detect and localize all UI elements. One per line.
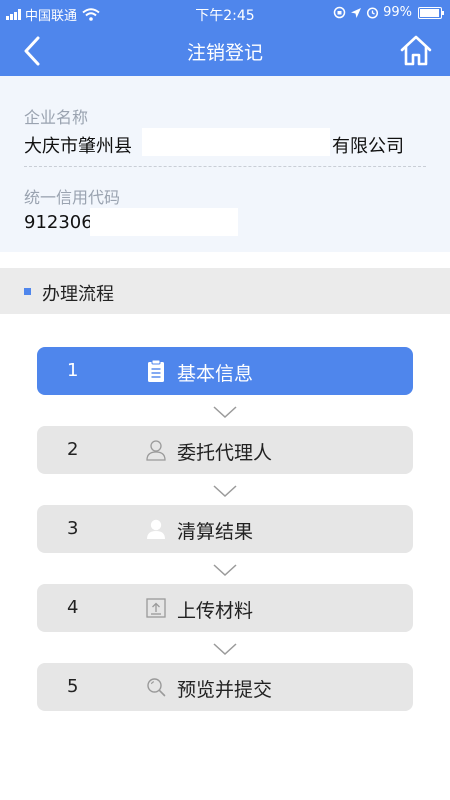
orientation-lock-icon: [333, 6, 346, 19]
chevron-down-icon: [213, 643, 237, 656]
status-right: 99%: [333, 5, 444, 20]
status-bar: 中国联通 下午2:45 99%: [0, 0, 450, 26]
company-name-prefix: 大庆市肇州县: [24, 136, 132, 157]
step-preview-submit[interactable]: 5 预览并提交: [37, 663, 413, 711]
field-divider: [24, 166, 426, 167]
location-icon: [351, 7, 362, 18]
home-button[interactable]: [398, 32, 434, 68]
step-number: 3: [67, 518, 79, 539]
step-label: 委托代理人: [177, 442, 273, 464]
nav-bar: 注销登记: [0, 26, 450, 76]
page-title: 注销登记: [186, 42, 263, 64]
step-label: 预览并提交: [177, 679, 273, 701]
step-number: 5: [67, 676, 79, 697]
company-name-suffix: 有限公司: [332, 136, 404, 157]
chevron-down-icon: [213, 406, 237, 419]
step-number: 4: [67, 597, 79, 618]
step-number: 1: [67, 360, 79, 381]
credit-code-label: 统一信用代码: [24, 188, 121, 207]
section-marker-icon: [24, 288, 31, 295]
search-icon: [147, 678, 166, 697]
step-label: 清算结果: [177, 521, 254, 543]
company-name-label: 企业名称: [24, 108, 89, 127]
step-agent[interactable]: 2 委托代理人: [37, 426, 413, 474]
redacted-company-name: [142, 128, 330, 156]
process-section-header: 办理流程: [0, 268, 450, 314]
person-outline-icon: [146, 440, 166, 461]
redacted-credit-code: [90, 208, 238, 236]
step-basic-info[interactable]: 1 基本信息: [37, 347, 413, 395]
chevron-down-icon: [213, 564, 237, 577]
battery-percent: 99%: [383, 5, 412, 20]
step-upload[interactable]: 4 上传材料: [37, 584, 413, 632]
person-filled-icon: [147, 519, 165, 539]
step-liquidation[interactable]: 3 清算结果: [37, 505, 413, 553]
step-label: 上传材料: [177, 600, 254, 622]
company-info-card: 企业名称 大庆市肇州县 有限公司 统一信用代码 9123060: [0, 76, 450, 252]
step-number: 2: [67, 439, 79, 460]
alarm-icon: [367, 7, 379, 19]
chevron-down-icon: [213, 485, 237, 498]
upload-icon: [146, 598, 166, 618]
step-label: 基本信息: [177, 363, 254, 385]
clipboard-icon: [148, 359, 164, 382]
section-title: 办理流程: [42, 284, 114, 305]
battery-icon: [418, 6, 444, 19]
